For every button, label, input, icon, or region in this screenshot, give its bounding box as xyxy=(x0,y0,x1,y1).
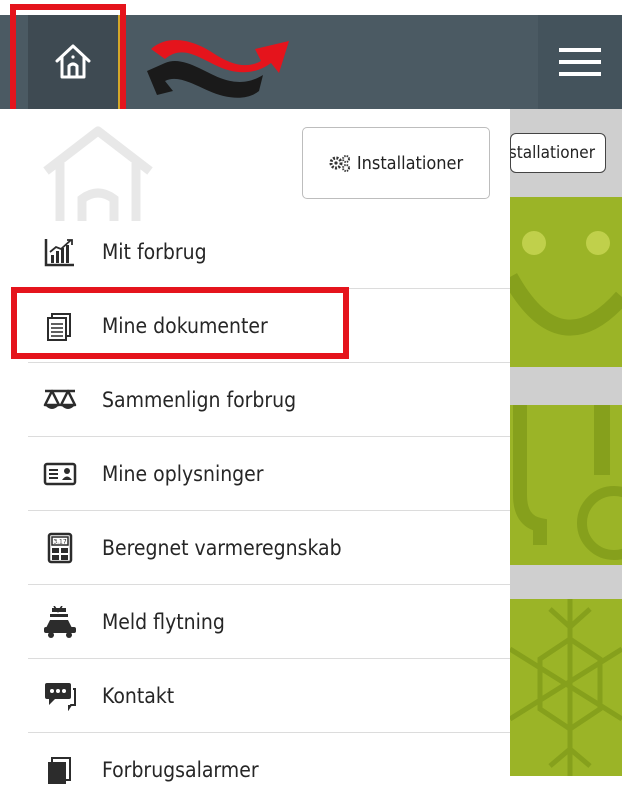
menu-item-meld-flytning[interactable]: Meld flytning xyxy=(28,585,510,659)
background-installations-button: Installationer xyxy=(510,133,606,173)
home-button[interactable] xyxy=(28,15,120,109)
menu-item-mine-dokumenter[interactable]: Mine dokumenter xyxy=(28,289,510,363)
installations-button-label: Installationer xyxy=(356,152,464,174)
id-card-icon xyxy=(43,462,77,485)
menu-item-label: Meld flytning xyxy=(102,609,225,634)
thermometer-icon xyxy=(513,405,622,560)
menu-item-label: Forbrugsalarmer xyxy=(102,758,259,782)
menu-item-label: Mine dokumenter xyxy=(102,313,268,338)
thermometer-tile xyxy=(510,405,622,565)
menu-item-label: Mit forbrug xyxy=(102,239,207,264)
menu-item-mine-oplysninger[interactable]: Mine oplysninger xyxy=(28,437,510,511)
menu-item-kontakt[interactable]: Kontakt xyxy=(28,659,510,733)
menu-item-beregnet-varmeregnskab[interactable]: 3.17 Beregnet varmeregnskab xyxy=(28,511,510,585)
background-page: Installationer xyxy=(510,109,622,776)
scale-icon xyxy=(43,389,77,409)
calculator-icon: 3.17 xyxy=(47,532,73,563)
snowflake-tile xyxy=(510,599,622,776)
company-logo xyxy=(147,40,289,98)
house-watermark-icon xyxy=(43,126,153,221)
svg-text:3.17: 3.17 xyxy=(53,538,67,545)
menu-item-label: Beregnet varmeregnskab xyxy=(102,535,342,560)
menu-item-mit-forbrug[interactable]: Mit forbrug xyxy=(28,215,510,289)
top-bar xyxy=(0,15,622,109)
menu-item-label: Kontakt xyxy=(102,683,175,708)
alarm-documents-icon xyxy=(48,757,71,784)
menu-item-label: Sammenlign forbrug xyxy=(102,387,297,412)
smiley-icon xyxy=(510,231,622,336)
documents-icon xyxy=(47,312,71,341)
snowflake-icon xyxy=(510,599,622,776)
gears-icon xyxy=(329,155,350,172)
chat-icon xyxy=(45,682,76,711)
installations-button[interactable]: Installationer xyxy=(302,127,490,199)
menu-item-sammenlign-forbrug[interactable]: Sammenlign forbrug xyxy=(28,363,510,437)
home-icon xyxy=(55,44,91,79)
smiley-tile xyxy=(510,197,622,367)
chart-icon xyxy=(44,238,74,266)
drawer-menu: Mit forbrug Mine dokumenter Sammenlign f… xyxy=(28,215,510,807)
hamburger-menu-button[interactable] xyxy=(538,15,622,109)
hamburger-icon xyxy=(559,48,601,76)
menu-item-label: Mine oplysninger xyxy=(102,461,264,486)
navigation-drawer: Installationer Mit forbrug Mine dokument… xyxy=(0,109,510,784)
menu-item-forbrugsalarmer[interactable]: Forbrugsalarmer xyxy=(28,733,510,807)
moving-car-icon xyxy=(44,605,76,638)
